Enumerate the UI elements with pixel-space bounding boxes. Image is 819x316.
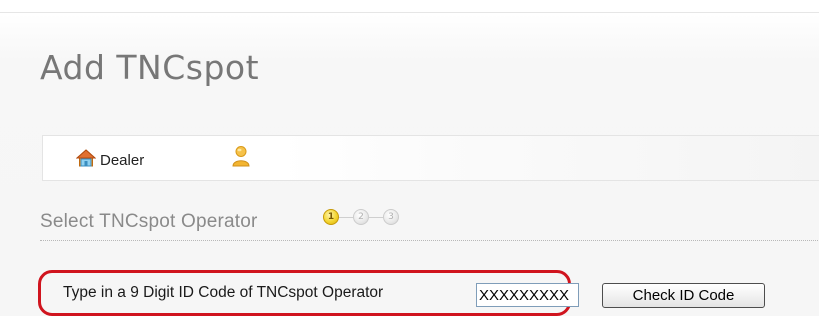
breadcrumb-item-user[interactable] — [231, 145, 251, 171]
id-code-highlight: Type in a 9 Digit ID Code of TNCspot Ope… — [38, 270, 579, 316]
id-code-input[interactable] — [476, 283, 579, 307]
user-icon — [231, 146, 251, 171]
home-icon — [75, 149, 97, 171]
section-title: Select TNCspot Operator — [40, 211, 258, 232]
step-1-active: 1 — [323, 209, 339, 225]
breadcrumb-item-label: Dealer — [100, 151, 145, 169]
top-divider — [0, 12, 819, 13]
step-connector — [339, 216, 353, 218]
check-id-code-button[interactable]: Check ID Code — [602, 283, 765, 308]
id-code-label: Type in a 9 Digit ID Code of TNCspot Ope… — [63, 284, 384, 301]
step-3-inactive: 3 — [383, 209, 399, 225]
section-divider — [40, 240, 819, 241]
breadcrumb: Dealer — [42, 135, 819, 181]
breadcrumb-item-dealer[interactable]: Dealer — [75, 149, 145, 171]
step-indicator: 1 2 3 — [323, 209, 399, 225]
section-header: Select TNCspot Operator 1 2 3 — [40, 205, 819, 241]
step-2-inactive: 2 — [353, 209, 369, 225]
page-title: Add TNCspot — [40, 48, 260, 87]
page: Add TNCspot Dealer Select TNCspot Operat… — [0, 0, 819, 316]
step-connector — [369, 216, 383, 218]
